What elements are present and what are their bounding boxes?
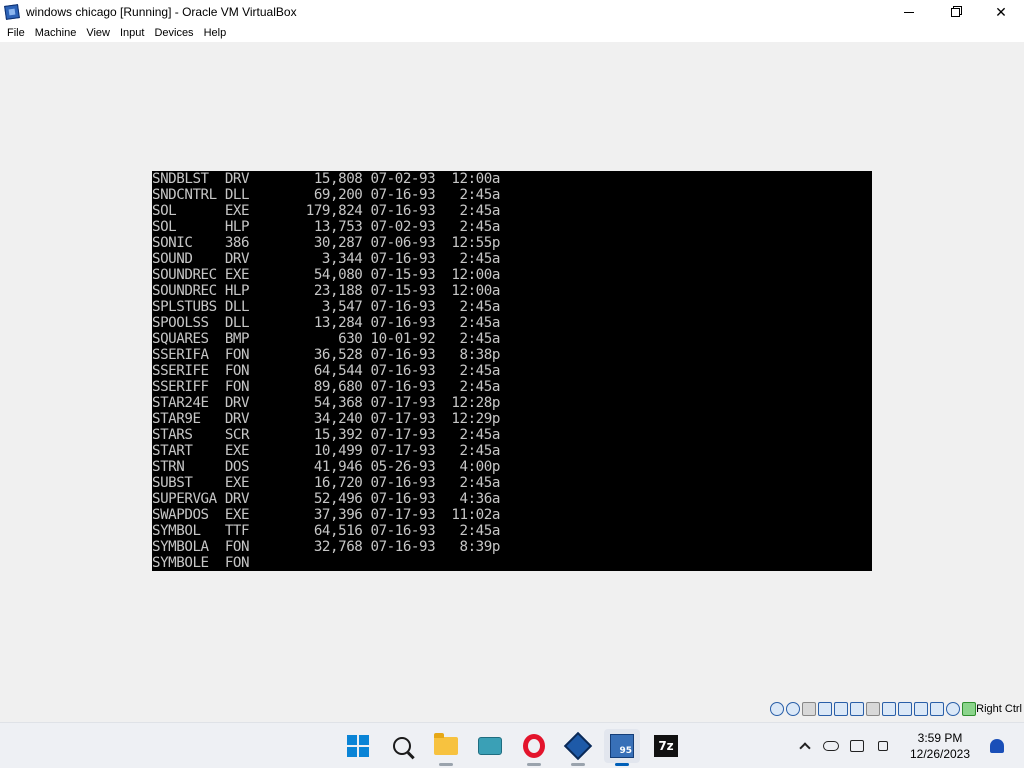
window-title: windows chicago [Running] - Oracle VM Vi…	[26, 5, 297, 19]
dos-line: SOL HLP 13,753 07-02-93 2:45a	[152, 219, 500, 235]
display-icon[interactable]	[898, 702, 912, 716]
clock[interactable]: 3:59 PM 12/26/2023	[900, 730, 980, 762]
dos-line: SYMBOL TTF 64,516 07-16-93 2:45a	[152, 523, 500, 539]
speaker-muted-icon	[878, 741, 888, 751]
vm-windows95-button[interactable]: 95	[604, 729, 640, 766]
opera-icon	[523, 734, 545, 758]
dos-line: STARS SCR 15,392 07-17-93 2:45a	[152, 427, 500, 443]
arrow-icon[interactable]	[946, 702, 960, 716]
bell-icon	[990, 739, 1004, 753]
taskbar: 95 7z 3:59 PM 12/26/2023	[0, 722, 1024, 768]
taskbar-apps: 95 7z	[340, 729, 684, 766]
dos-line: SWAPDOS EXE 37,396 07-17-93 11:02a	[152, 507, 500, 523]
onedrive-button[interactable]	[818, 733, 844, 759]
touch-keyboard-button[interactable]	[472, 729, 508, 763]
7zip-icon: 7z	[654, 735, 678, 757]
title-bar: windows chicago [Running] - Oracle VM Vi…	[0, 0, 1024, 24]
dos-line: SSERIFF FON 89,680 07-16-93 2:45a	[152, 379, 500, 395]
floppy-icon[interactable]	[802, 702, 816, 716]
dos-line: SNDBLST DRV 15,808 07-02-93 12:00a	[152, 171, 500, 187]
system-tray: 3:59 PM 12/26/2023	[792, 723, 1024, 768]
dos-line: SNDCNTRL DLL 69,200 07-16-93 2:45a	[152, 187, 500, 203]
window-controls: ✕	[886, 0, 1024, 24]
7zip-button[interactable]: 7z	[648, 729, 684, 763]
network-icon[interactable]	[818, 702, 832, 716]
virtualbox-button[interactable]	[560, 729, 596, 766]
dos-line: SPOOLSS DLL 13,284 07-16-93 2:45a	[152, 315, 500, 331]
dos-line: SYMBOLA FON 32,768 07-16-93 8:39p	[152, 539, 500, 555]
start-button[interactable]	[340, 729, 376, 763]
dos-line: STAR24E DRV 54,368 07-17-93 12:28p	[152, 395, 500, 411]
search-button[interactable]	[384, 729, 420, 763]
menu-input[interactable]: Input	[115, 24, 149, 42]
chevron-up-icon	[799, 742, 811, 754]
dos-line: SOUNDREC HLP 23,188 07-15-93 12:00a	[152, 283, 500, 299]
touch-keyboard-icon	[478, 737, 502, 755]
network-icon[interactable]	[834, 702, 848, 716]
search-icon	[393, 737, 411, 755]
menu-bar: File Machine View Input Devices Help	[0, 24, 1024, 42]
status-indicators	[770, 702, 976, 716]
start-icon	[347, 735, 369, 757]
vm-display[interactable]: SNDBLST DRV 15,808 07-02-93 12:00a SNDCN…	[152, 171, 872, 571]
dos-line: STRN DOS 41,946 05-26-93 4:00p	[152, 459, 500, 475]
7zip-label: 7z	[658, 739, 674, 753]
menu-help[interactable]: Help	[199, 24, 232, 42]
clock-date: 12/26/2023	[909, 747, 971, 761]
maximize-icon	[950, 7, 960, 17]
close-button[interactable]: ✕	[978, 0, 1024, 24]
dos-line: SQUARES BMP 630 10-01-92 2:45a	[152, 331, 500, 347]
notifications-button[interactable]	[984, 733, 1010, 759]
running-indicator	[527, 763, 541, 766]
optical-drive-icon[interactable]	[786, 702, 800, 716]
file-explorer-button[interactable]	[428, 729, 464, 766]
opera-button[interactable]	[516, 729, 552, 766]
usb-icon[interactable]	[850, 702, 864, 716]
dos-line: SSERIFA FON 36,528 07-16-93 8:38p	[152, 347, 500, 363]
dos-directory-listing: SNDBLST DRV 15,808 07-02-93 12:00a SNDCN…	[152, 171, 500, 571]
recording-icon[interactable]	[914, 702, 928, 716]
maximize-button[interactable]	[932, 0, 978, 24]
file-explorer-icon	[434, 733, 458, 755]
vm-status-bar: Right Ctrl	[0, 700, 1024, 722]
minimize-button[interactable]	[886, 0, 932, 24]
menu-devices[interactable]: Devices	[149, 24, 198, 42]
dos-line: SUBST EXE 16,720 07-16-93 2:45a	[152, 475, 500, 491]
dos-line: SYMBOLE FON	[152, 555, 250, 571]
dos-line: STAR9E DRV 34,240 07-17-93 12:29p	[152, 411, 500, 427]
network-volume-button[interactable]	[870, 733, 896, 759]
dos-line: SSERIFE FON 64,544 07-16-93 2:45a	[152, 363, 500, 379]
display-icon[interactable]	[882, 702, 896, 716]
show-hidden-icons-button[interactable]	[792, 733, 818, 759]
dos-line: SONIC 386 30,287 07-06-93 12:55p	[152, 235, 500, 251]
menu-machine[interactable]: Machine	[30, 24, 82, 42]
virtualbox-icon	[563, 731, 593, 761]
running-indicator	[439, 763, 453, 766]
clock-time: 3:59 PM	[917, 731, 963, 745]
chat-icon	[850, 740, 864, 752]
dos-line: SPLSTUBS DLL 3,547 07-16-93 2:45a	[152, 299, 500, 315]
dos-line: START EXE 10,499 07-17-93 2:45a	[152, 443, 500, 459]
dos-line: SOUND DRV 3,344 07-16-93 2:45a	[152, 251, 500, 267]
active-indicator	[615, 763, 629, 766]
chat-button[interactable]	[844, 733, 870, 759]
cpu-icon[interactable]	[930, 702, 944, 716]
vm95-badge: 95	[619, 746, 632, 756]
shared-folders-icon[interactable]	[866, 702, 880, 716]
mouse-integration-icon[interactable]	[962, 702, 976, 716]
host-key-label: Right Ctrl	[976, 703, 1022, 715]
close-icon: ✕	[995, 3, 1007, 20]
dos-line: SOL EXE 179,824 07-16-93 2:45a	[152, 203, 500, 219]
virtualbox-app-icon[interactable]	[4, 4, 20, 20]
hard-disk-icon[interactable]	[770, 702, 784, 716]
dos-line: SUPERVGA DRV 52,496 07-16-93 4:36a	[152, 491, 500, 507]
menu-file[interactable]: File	[2, 24, 30, 42]
cloud-offline-icon	[823, 741, 839, 751]
vm-windows95-icon: 95	[610, 734, 634, 758]
running-indicator	[571, 763, 585, 766]
menu-view[interactable]: View	[81, 24, 115, 42]
dos-line: SOUNDREC EXE 54,080 07-15-93 12:00a	[152, 267, 500, 283]
minimize-icon	[904, 11, 914, 13]
